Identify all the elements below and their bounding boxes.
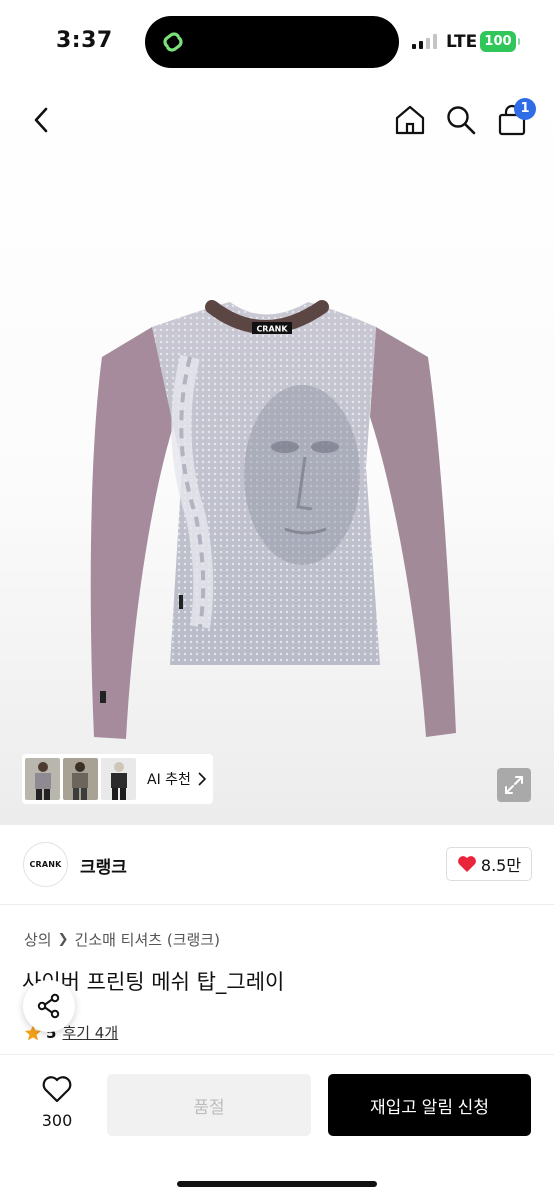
thumbnail-3[interactable] <box>101 758 136 800</box>
home-icon <box>395 105 425 135</box>
breadcrumb-subcategory[interactable]: 긴소매 티셔츠 (크랭크) <box>75 929 220 950</box>
product-photo: CRANK <box>90 300 456 739</box>
status-bar: 3:37 LTE 100 <box>0 0 554 82</box>
search-icon <box>447 106 476 135</box>
reviews-link[interactable]: 후기 4개 <box>62 1022 118 1043</box>
neck-label-text: CRANK <box>256 325 288 334</box>
heart-filled-icon <box>457 856 476 872</box>
expand-image-button[interactable] <box>497 768 531 802</box>
brand-row[interactable]: CRANK 크랭크 8.5만 <box>0 825 554 905</box>
wishlist-button[interactable]: 300 <box>30 1075 84 1130</box>
share-icon <box>37 993 60 1019</box>
search-button[interactable] <box>443 102 479 138</box>
model-photo-thumbnail <box>25 758 60 800</box>
home-button[interactable] <box>392 102 428 138</box>
signal-icon <box>412 33 438 49</box>
dynamic-island <box>145 16 399 68</box>
product-image-area[interactable]: 1 CRANK AI 추천 <box>0 82 554 825</box>
brand-like-count: 8.5만 <box>480 856 522 875</box>
model-photo-thumbnail <box>63 758 98 800</box>
breadcrumb-category[interactable]: 상의 <box>24 929 52 950</box>
expand-icon <box>505 776 523 794</box>
brand-name[interactable]: 크랭크 <box>80 853 127 878</box>
breadcrumb: 상의 ❯ 긴소매 티셔츠 (크랭크) <box>24 929 220 950</box>
cart-button[interactable]: 1 <box>494 98 536 138</box>
app-link-icon <box>156 25 190 59</box>
thumbnail-2[interactable] <box>63 758 98 800</box>
brand-like-button[interactable]: 8.5만 <box>446 847 532 881</box>
bottom-action-bar: 300 품절 재입고 알림 신청 <box>0 1054 554 1200</box>
status-time: 3:37 <box>56 28 113 53</box>
cart-count-badge: 1 <box>514 98 536 120</box>
ai-recommend-strip[interactable]: AI 추천 <box>22 754 213 804</box>
model-photo-thumbnail <box>101 758 136 800</box>
brand-logo[interactable]: CRANK <box>23 842 68 887</box>
share-button[interactable] <box>23 980 75 1032</box>
chevron-right-icon <box>198 772 207 786</box>
back-button[interactable] <box>24 102 58 138</box>
heart-outline-icon <box>42 1076 72 1103</box>
battery-icon: 100 <box>480 31 520 52</box>
thumbnail-1[interactable] <box>25 758 60 800</box>
chevron-left-icon <box>34 107 48 133</box>
ai-recommend-label[interactable]: AI 추천 <box>147 769 191 789</box>
restock-alert-button[interactable]: 재입고 알림 신청 <box>328 1074 531 1136</box>
chevron-right-icon: ❯ <box>57 932 69 947</box>
soldout-button: 품절 <box>107 1074 311 1136</box>
home-indicator[interactable] <box>177 1181 377 1187</box>
wishlist-count: 300 <box>41 1111 73 1130</box>
network-type: LTE <box>446 32 478 52</box>
product-detail-page: 3:37 LTE 100 1 CRANK AI 추천 CRANK 크랭크 8.5… <box>0 0 554 1200</box>
